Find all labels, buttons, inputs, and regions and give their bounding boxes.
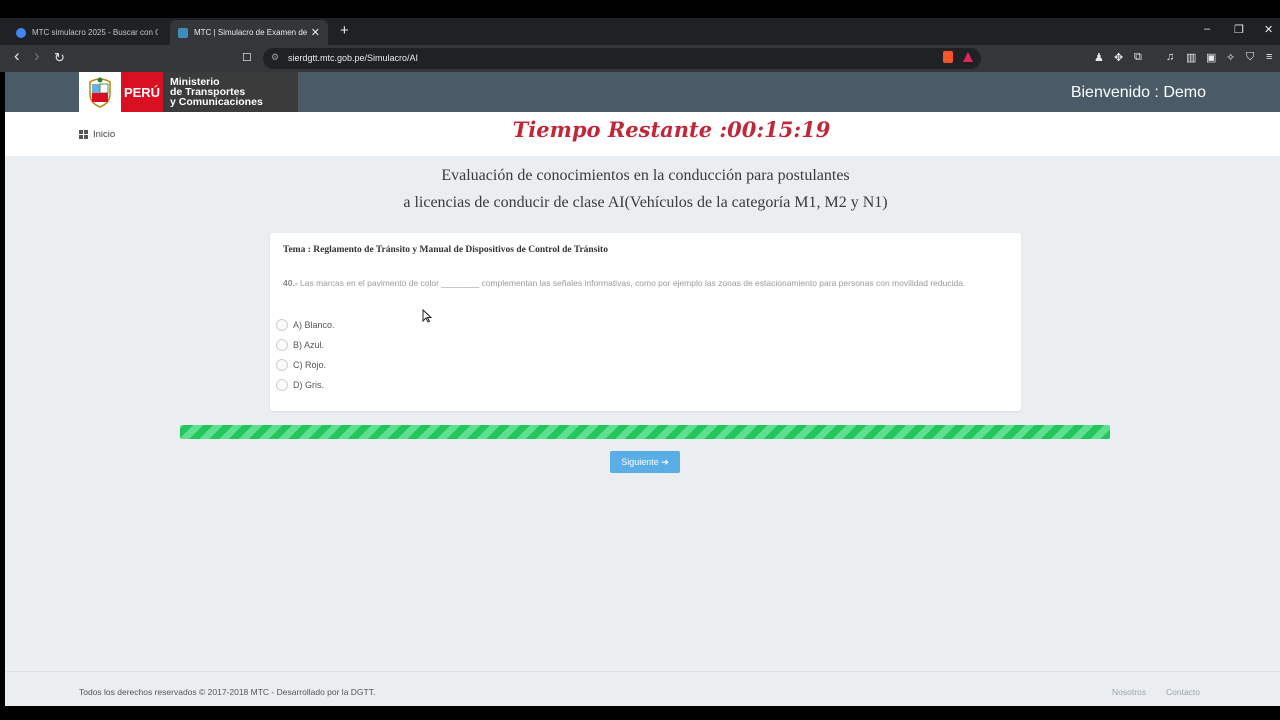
answer-option-c[interactable]: C) Rojo. [276,359,326,371]
footer-link-nosotros[interactable]: Nosotros [1112,687,1146,697]
leo-ai-icon[interactable]: ✧ [1226,51,1235,64]
tab-google-search[interactable]: MTC simulacro 2025 - Buscar con Google [8,20,166,45]
welcome-user: Bienvenido : Demo [1070,84,1206,101]
bookmark-icon[interactable]: ☐ [242,51,252,64]
address-bar[interactable]: ⚙ sierdgtt.mtc.gob.pe/Simulacro/AI [263,48,981,69]
mtc-favicon-icon [178,27,188,38]
maximize-button[interactable]: ❐ [1234,23,1244,36]
forward-button[interactable]: › [34,46,40,66]
sidebar-icon[interactable]: ▥ [1186,51,1196,64]
brave-rewards-icon[interactable] [963,52,973,62]
answer-option-a[interactable]: A) Blanco. [276,319,335,331]
puzzle-icon[interactable]: ✥ [1114,51,1123,64]
close-tab-icon[interactable]: ✕ [311,26,320,39]
tab-label: MTC simulacro 2025 - Buscar con Google [32,28,158,37]
answer-option-d[interactable]: D) Gris. [276,379,324,391]
reload-button[interactable]: ↻ [54,50,65,66]
back-button[interactable]: ‹ [14,46,20,66]
menu-icon[interactable]: ≡ [1266,51,1272,63]
vpn-icon[interactable]: ⛉ [1246,51,1254,64]
option-label: B) Azul. [293,340,325,350]
media-icon[interactable]: ♫ [1166,51,1174,63]
option-label: A) Blanco. [293,320,335,330]
browser-tab-strip: MTC simulacro 2025 - Buscar con Google M… [0,18,1280,45]
radio-button[interactable] [276,339,288,351]
exam-title-line1: Evaluación de conocimientos en la conduc… [441,167,850,184]
coat-of-arms-icon [79,72,121,112]
option-label: C) Rojo. [293,360,327,370]
subheader: Inicio Tiempo Restante :00:15:19 [5,112,1280,156]
wallet-icon[interactable]: ▣ [1206,51,1216,64]
brave-shield-icon[interactable] [943,51,953,63]
minimize-button[interactable]: – [1204,23,1210,35]
footer-copyright: Todos los derechos reservados © 2017-201… [79,687,376,697]
extension-icon[interactable]: ♟ [1094,51,1104,64]
remaining-time: Tiempo Restante :00:15:19 [512,117,831,142]
exam-title-line2: a licencias de conducir de clase AI(Vehí… [403,194,888,211]
ministry-name: Ministerio de Transportes y Comunicacion… [163,72,263,112]
next-button[interactable]: Siguiente ➔ [610,451,680,473]
question-card: Tema : Reglamento de Tránsito y Manual d… [270,233,1021,411]
tab-mtc-simulacro[interactable]: MTC | Simulacro de Examen de Conducir ✕ [170,20,328,45]
web-page: PERÚ Ministerio de Transportes y Comunic… [5,72,1280,706]
screenshot-icon[interactable]: ⧉ [1134,51,1142,64]
radio-button[interactable] [276,359,288,371]
site-header: PERÚ Ministerio de Transportes y Comunic… [5,72,1280,112]
answer-option-b[interactable]: B) Azul. [276,339,324,351]
question-number: 40.- [283,278,298,288]
ministry-line3: y Comunicaciones [170,96,263,108]
question-body: Las marcas en el pavimento de color ____… [300,278,966,288]
peru-label: PERÚ [121,72,163,112]
radio-button[interactable] [276,319,288,331]
tab-label: MTC | Simulacro de Examen de Conducir [194,28,307,37]
close-window-button[interactable]: ✕ [1264,23,1273,36]
google-icon [16,27,26,38]
question-text: 40.- Las marcas en el pavimento de color… [283,276,1003,290]
exam-progress-bar [180,425,1110,439]
mtc-logo[interactable]: PERÚ Ministerio de Transportes y Comunic… [79,72,298,112]
url-text: sierdgtt.mtc.gob.pe/Simulacro/AI [288,53,419,63]
question-topic: Tema : Reglamento de Tránsito y Manual d… [283,245,608,255]
radio-button[interactable] [276,379,288,391]
option-label: D) Gris. [293,380,324,390]
footer-divider [5,671,1280,672]
new-tab-button[interactable]: + [340,22,349,39]
mouse-cursor-icon [422,309,432,323]
screen: MTC simulacro 2025 - Buscar con Google M… [0,0,1280,720]
browser-toolbar: ‹ › ↻ ☐ ⚙ sierdgtt.mtc.gob.pe/Simulacro/… [0,45,1280,72]
footer-link-contacto[interactable]: Contacto [1166,687,1200,697]
site-info-icon[interactable]: ⚙ [271,52,279,63]
